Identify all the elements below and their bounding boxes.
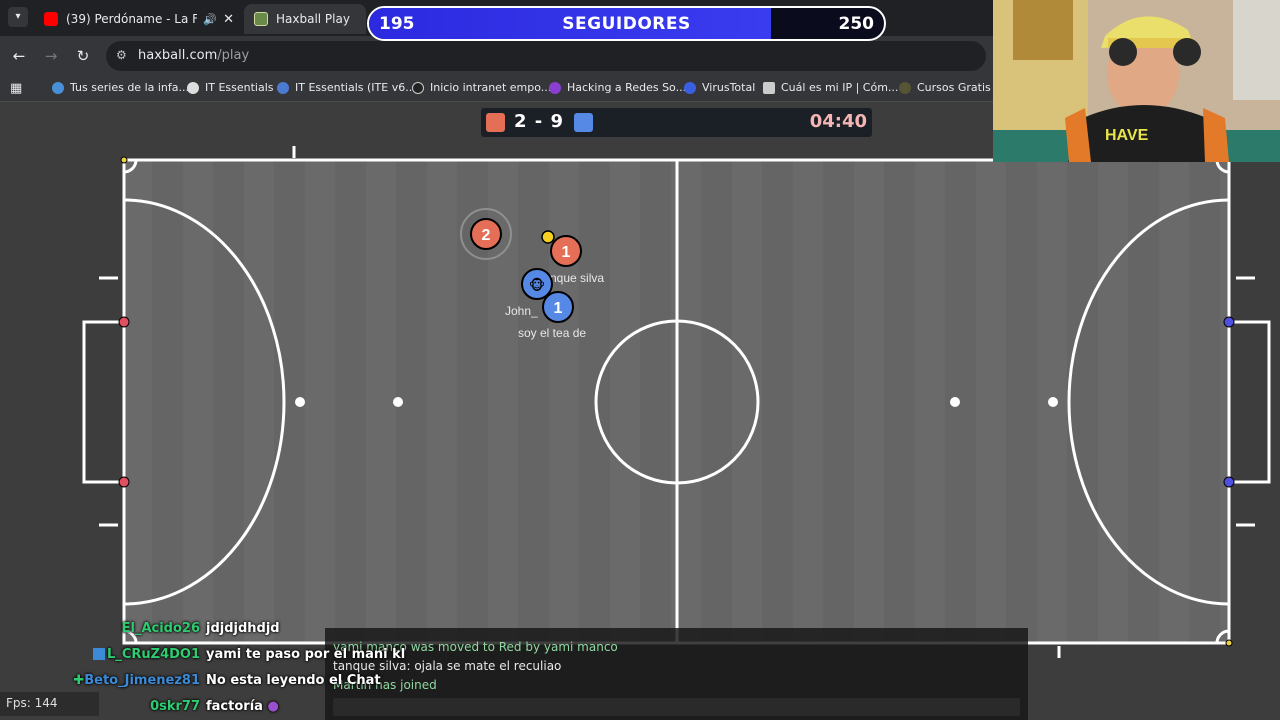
- back-arrow-icon[interactable]: ←: [9, 46, 29, 66]
- bookmark-favicon-icon: [763, 81, 775, 94]
- player-number: 1: [562, 244, 571, 261]
- tab-title: Haxball Play: [276, 12, 350, 26]
- haxball-icon: [254, 12, 268, 26]
- player-name-label: soy el tea de: [518, 326, 586, 340]
- followers-goal: 250: [838, 14, 875, 34]
- chat-username: ✚Beto_Jimenez81: [73, 672, 200, 688]
- goal-post: [118, 476, 130, 488]
- reload-icon[interactable]: ↻: [73, 46, 93, 66]
- bookmark-favicon-icon: [412, 81, 424, 94]
- player-red-1: 1: [550, 235, 582, 267]
- url-text: haxball.com/play: [138, 48, 250, 63]
- svg-text:🐵: 🐵: [529, 277, 545, 294]
- player-blue-1: 1: [542, 291, 574, 323]
- chat-text: yami te paso por el mani kl: [206, 646, 406, 662]
- chat-text: No esta leyendo el Chat: [206, 672, 381, 688]
- player-name-label: John_: [505, 304, 538, 318]
- bookmark-item[interactable]: IT Essentials: [187, 81, 274, 94]
- bookmark-item[interactable]: VirusTotal: [684, 81, 755, 94]
- chat-username: L_CRuZ4DO1: [60, 647, 200, 662]
- bookmark-favicon-icon: [277, 81, 289, 94]
- svg-text:HAVE: HAVE: [1105, 127, 1149, 144]
- apps-grid-icon[interactable]: ▦: [10, 81, 22, 96]
- player-blue-avatar: 🐵: [521, 268, 553, 300]
- tab-title: (39) Perdóname - La Factoría: [66, 12, 198, 26]
- player-number: 1: [554, 300, 563, 317]
- game-chat-log: yami manco was moved to Red by yami manc…: [325, 628, 1028, 720]
- tab-youtube[interactable]: (39) Perdóname - La Factoría 🔊 ✕: [34, 4, 244, 34]
- webcam-overlay: HAVE: [993, 0, 1280, 162]
- red-team-indicator: [486, 113, 505, 132]
- bookmark-favicon-icon: [52, 81, 64, 94]
- player-name-label: nque silva: [550, 271, 604, 285]
- bookmark-item[interactable]: Inicio intranet empo...: [412, 81, 551, 94]
- scoreboard: 2 - 9 04:40: [481, 108, 872, 137]
- tab-search-icon[interactable]: ▾: [8, 7, 28, 27]
- prime-badge-icon: [93, 648, 106, 660]
- bookmark-favicon-icon: [549, 81, 561, 94]
- bookmark-item[interactable]: Hacking a Redes So...: [549, 81, 686, 94]
- goal-post: [1223, 476, 1235, 488]
- chat-text: factoría ●: [206, 698, 279, 714]
- stream-chat-line: El_Acido26 jdjdjdhdjd: [60, 618, 280, 638]
- site-info-icon[interactable]: ⚙: [116, 48, 127, 62]
- chat-username: El_Acido26: [121, 620, 200, 636]
- stream-chat-line: ✚Beto_Jimenez81 No esta leyendo el Chat: [60, 670, 381, 690]
- speaker-icon[interactable]: 🔊: [203, 13, 217, 26]
- match-timer: 04:40: [809, 111, 867, 132]
- close-tab-icon[interactable]: ✕: [223, 12, 234, 27]
- bookmark-item[interactable]: Tus series de la infa...: [52, 81, 189, 94]
- stream-chat-line: L_CRuZ4DO1 yami te paso por el mani kl: [60, 644, 405, 664]
- followers-goal-bar: 195 SEGUIDORES 250: [367, 6, 886, 41]
- chat-username: 0skr77: [150, 698, 200, 714]
- blue-team-indicator: [574, 113, 593, 132]
- goal-post: [118, 316, 130, 328]
- followers-label: SEGUIDORES: [562, 14, 691, 34]
- chat-input[interactable]: [333, 698, 1020, 716]
- tab-haxball[interactable]: Haxball Play: [244, 4, 366, 34]
- bookmark-item[interactable]: IT Essentials (ITE v6....: [277, 81, 419, 94]
- chat-text: jdjdjdhdjd: [206, 620, 280, 636]
- youtube-icon: [44, 12, 58, 26]
- score-text: 2 - 9: [514, 111, 565, 132]
- plus-badge-icon: ✚: [73, 672, 85, 688]
- stream-chat-line: 0skr77 factoría ●: [60, 696, 279, 716]
- ball: [541, 230, 555, 244]
- url-bar[interactable]: ⚙ haxball.com/play: [106, 41, 986, 71]
- bookmark-item[interactable]: Cuál es mi IP | Cóm...: [763, 81, 898, 94]
- player-number: 2: [482, 227, 491, 244]
- forward-arrow-icon[interactable]: →: [41, 46, 61, 66]
- bookmark-favicon-icon: [899, 81, 911, 94]
- goal-post: [1223, 316, 1235, 328]
- bookmark-favicon-icon: [684, 81, 696, 94]
- stream-chat-overlay: El_Acido26 jdjdjdhdjd L_CRuZ4DO1 yami te…: [60, 618, 405, 720]
- player-red-2: 2: [470, 218, 502, 250]
- globe-icon: [187, 81, 199, 94]
- emote-icon: ●: [267, 698, 279, 714]
